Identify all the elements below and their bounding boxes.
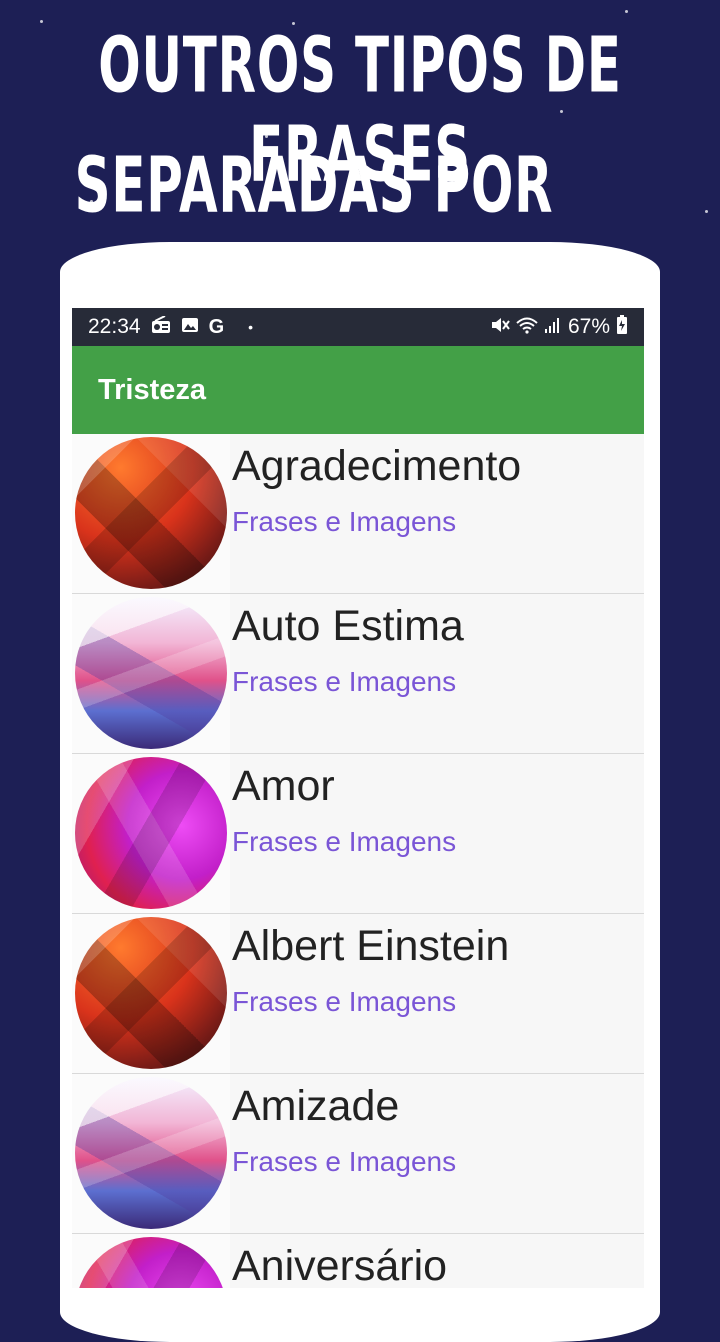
category-title: Aniversário — [232, 1242, 448, 1288]
page-title: Tristeza — [98, 373, 206, 406]
category-image — [75, 1077, 227, 1229]
app-bar: Tristeza — [72, 346, 644, 434]
star — [40, 20, 43, 23]
battery-percent: 67% — [567, 315, 610, 338]
category-subtitle: Frases e Imagens — [232, 986, 457, 1017]
category-image — [75, 917, 227, 1069]
radio-icon — [151, 314, 171, 339]
category-image — [75, 597, 227, 749]
status-bar: 22:34 G • 67% — [72, 308, 644, 346]
star — [625, 10, 628, 13]
list-item[interactable]: Agradecimento Frases e Imagens — [72, 434, 644, 594]
phone-screen: 22:34 G • 67% Tristeza Agradecimento Fra… — [72, 308, 644, 1288]
list-item[interactable]: Amizade Frases e Imagens — [72, 1074, 644, 1234]
category-image — [75, 757, 227, 909]
list-item[interactable]: Auto Estima Frases e Imagens — [72, 594, 644, 754]
category-list: Agradecimento Frases e Imagens Auto Esti… — [72, 434, 644, 1288]
category-title: Auto Estima — [232, 602, 464, 650]
status-time: 22:34 — [88, 315, 141, 338]
category-subtitle: Frases e Imagens — [232, 666, 457, 697]
category-subtitle: Frases e Imagens — [232, 506, 457, 537]
category-title: Amor — [232, 762, 335, 810]
wifi-icon — [516, 316, 538, 339]
category-title: Agradecimento — [232, 442, 522, 490]
signal-icon — [544, 316, 562, 339]
category-title: Albert Einstein — [232, 922, 510, 970]
list-item[interactable]: Albert Einstein Frases e Imagens — [72, 914, 644, 1074]
category-subtitle: Frases e Imagens — [232, 826, 457, 857]
mute-icon — [490, 316, 510, 339]
star — [705, 210, 708, 213]
image-icon — [181, 316, 199, 339]
google-icon: G — [208, 315, 225, 338]
category-subtitle: Frases e Imagens — [232, 1146, 457, 1177]
battery-icon — [616, 314, 628, 340]
list-item[interactable]: Amor Frases e Imagens — [72, 754, 644, 914]
category-title: Amizade — [232, 1082, 400, 1130]
category-image — [75, 437, 227, 589]
dot-icon: • — [248, 319, 254, 335]
